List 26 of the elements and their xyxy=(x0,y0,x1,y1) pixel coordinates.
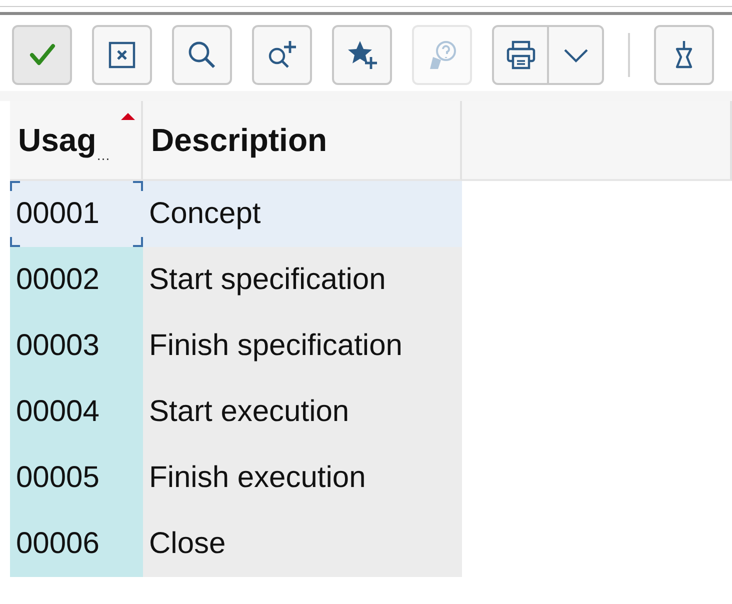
close-icon xyxy=(106,39,138,71)
pin-button[interactable] xyxy=(654,25,714,85)
key-cell[interactable]: 00005 xyxy=(10,445,143,511)
search-icon xyxy=(186,39,218,71)
key-cell[interactable]: 00003 xyxy=(10,313,143,379)
table-cell[interactable]: Start execution xyxy=(143,379,462,445)
table-cell[interactable]: Close xyxy=(143,511,462,577)
confirm-button[interactable] xyxy=(12,25,72,85)
add-favorite-button[interactable] xyxy=(332,25,392,85)
search-button[interactable] xyxy=(172,25,232,85)
table-cell[interactable]: Start specification xyxy=(143,247,462,313)
column-header[interactable]: Usag… xyxy=(10,101,143,181)
table-cell[interactable]: Finish execution xyxy=(143,445,462,511)
column-header[interactable]: Description xyxy=(143,101,462,181)
table-cell[interactable]: Concept xyxy=(143,181,462,247)
key-cell[interactable]: 00006 xyxy=(10,511,143,577)
search-more-button[interactable] xyxy=(252,25,312,85)
table-cell[interactable]: Finish specification xyxy=(143,313,462,379)
print-split-button[interactable] xyxy=(492,25,604,85)
key-cell[interactable]: 00004 xyxy=(10,379,143,445)
printer-icon xyxy=(504,39,536,71)
truncation-mark: … xyxy=(96,147,110,163)
key-cell[interactable]: 00002 xyxy=(10,247,143,313)
cancel-button[interactable] xyxy=(92,25,152,85)
key-cell[interactable]: 00001 xyxy=(10,181,143,247)
star-plus-icon xyxy=(346,39,378,71)
